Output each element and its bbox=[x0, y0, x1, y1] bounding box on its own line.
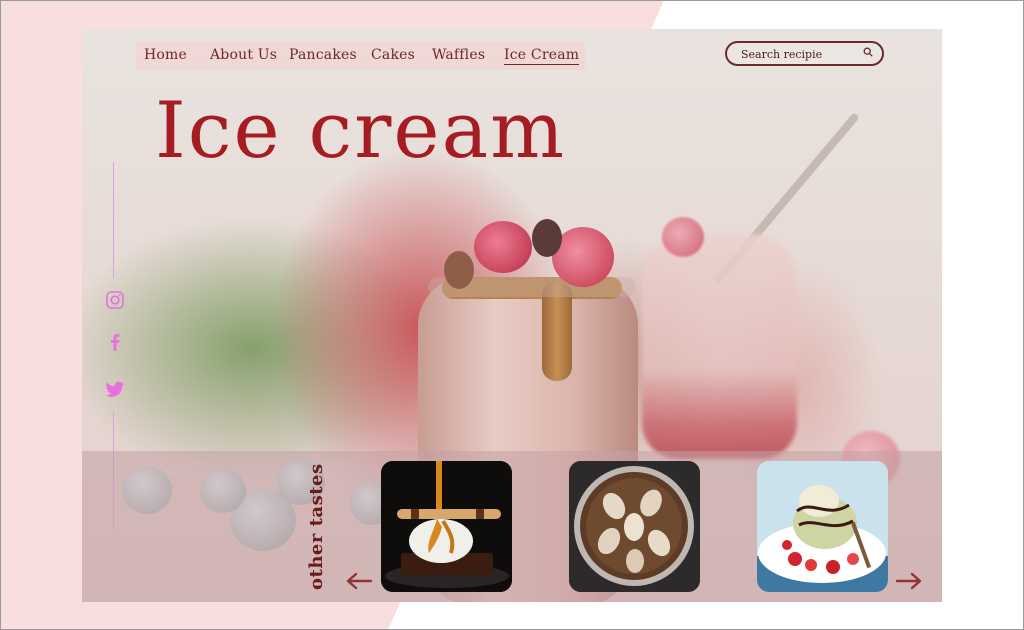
gallery-thumb-caramel-dessert[interactable] bbox=[381, 461, 512, 592]
ice-cream-plate-image bbox=[757, 461, 888, 592]
arrow-right-icon[interactable] bbox=[895, 570, 923, 592]
gallery-thumb-coffee[interactable] bbox=[569, 461, 700, 592]
gallery-thumb-ice-cream[interactable] bbox=[757, 461, 888, 592]
berry-graphic bbox=[662, 217, 704, 257]
facebook-icon[interactable] bbox=[104, 331, 126, 353]
jar-graphic-back bbox=[642, 234, 797, 459]
coffee-image bbox=[569, 461, 700, 592]
nav-item-home[interactable]: Home bbox=[144, 47, 187, 63]
nav-item-ice-cream[interactable]: Ice Cream bbox=[504, 47, 580, 65]
caramel-dessert-image bbox=[381, 461, 512, 592]
page-title: Ice cream bbox=[155, 86, 567, 176]
search-input[interactable] bbox=[739, 46, 859, 63]
main-nav: Home About Us Pancakes Cakes Waffles Ice… bbox=[136, 42, 585, 70]
instagram-icon[interactable] bbox=[104, 289, 126, 311]
berry-graphic bbox=[474, 221, 532, 273]
nav-item-waffles[interactable]: Waffles bbox=[432, 47, 485, 63]
arrow-left-icon[interactable] bbox=[345, 570, 373, 592]
gallery-label: other tastes bbox=[306, 463, 327, 590]
dough-ball-graphic bbox=[122, 466, 172, 514]
social-divider-top bbox=[113, 162, 114, 278]
berry-graphic bbox=[532, 219, 562, 257]
nav-item-about-us[interactable]: About Us bbox=[210, 47, 277, 63]
twitter-icon[interactable] bbox=[104, 378, 126, 400]
search-box bbox=[725, 41, 884, 66]
nav-item-cakes[interactable]: Cakes bbox=[371, 47, 415, 63]
berry-graphic bbox=[444, 251, 474, 289]
search-icon[interactable] bbox=[863, 47, 873, 57]
dough-ball-graphic bbox=[200, 469, 246, 513]
nav-item-pancakes[interactable]: Pancakes bbox=[289, 47, 357, 63]
